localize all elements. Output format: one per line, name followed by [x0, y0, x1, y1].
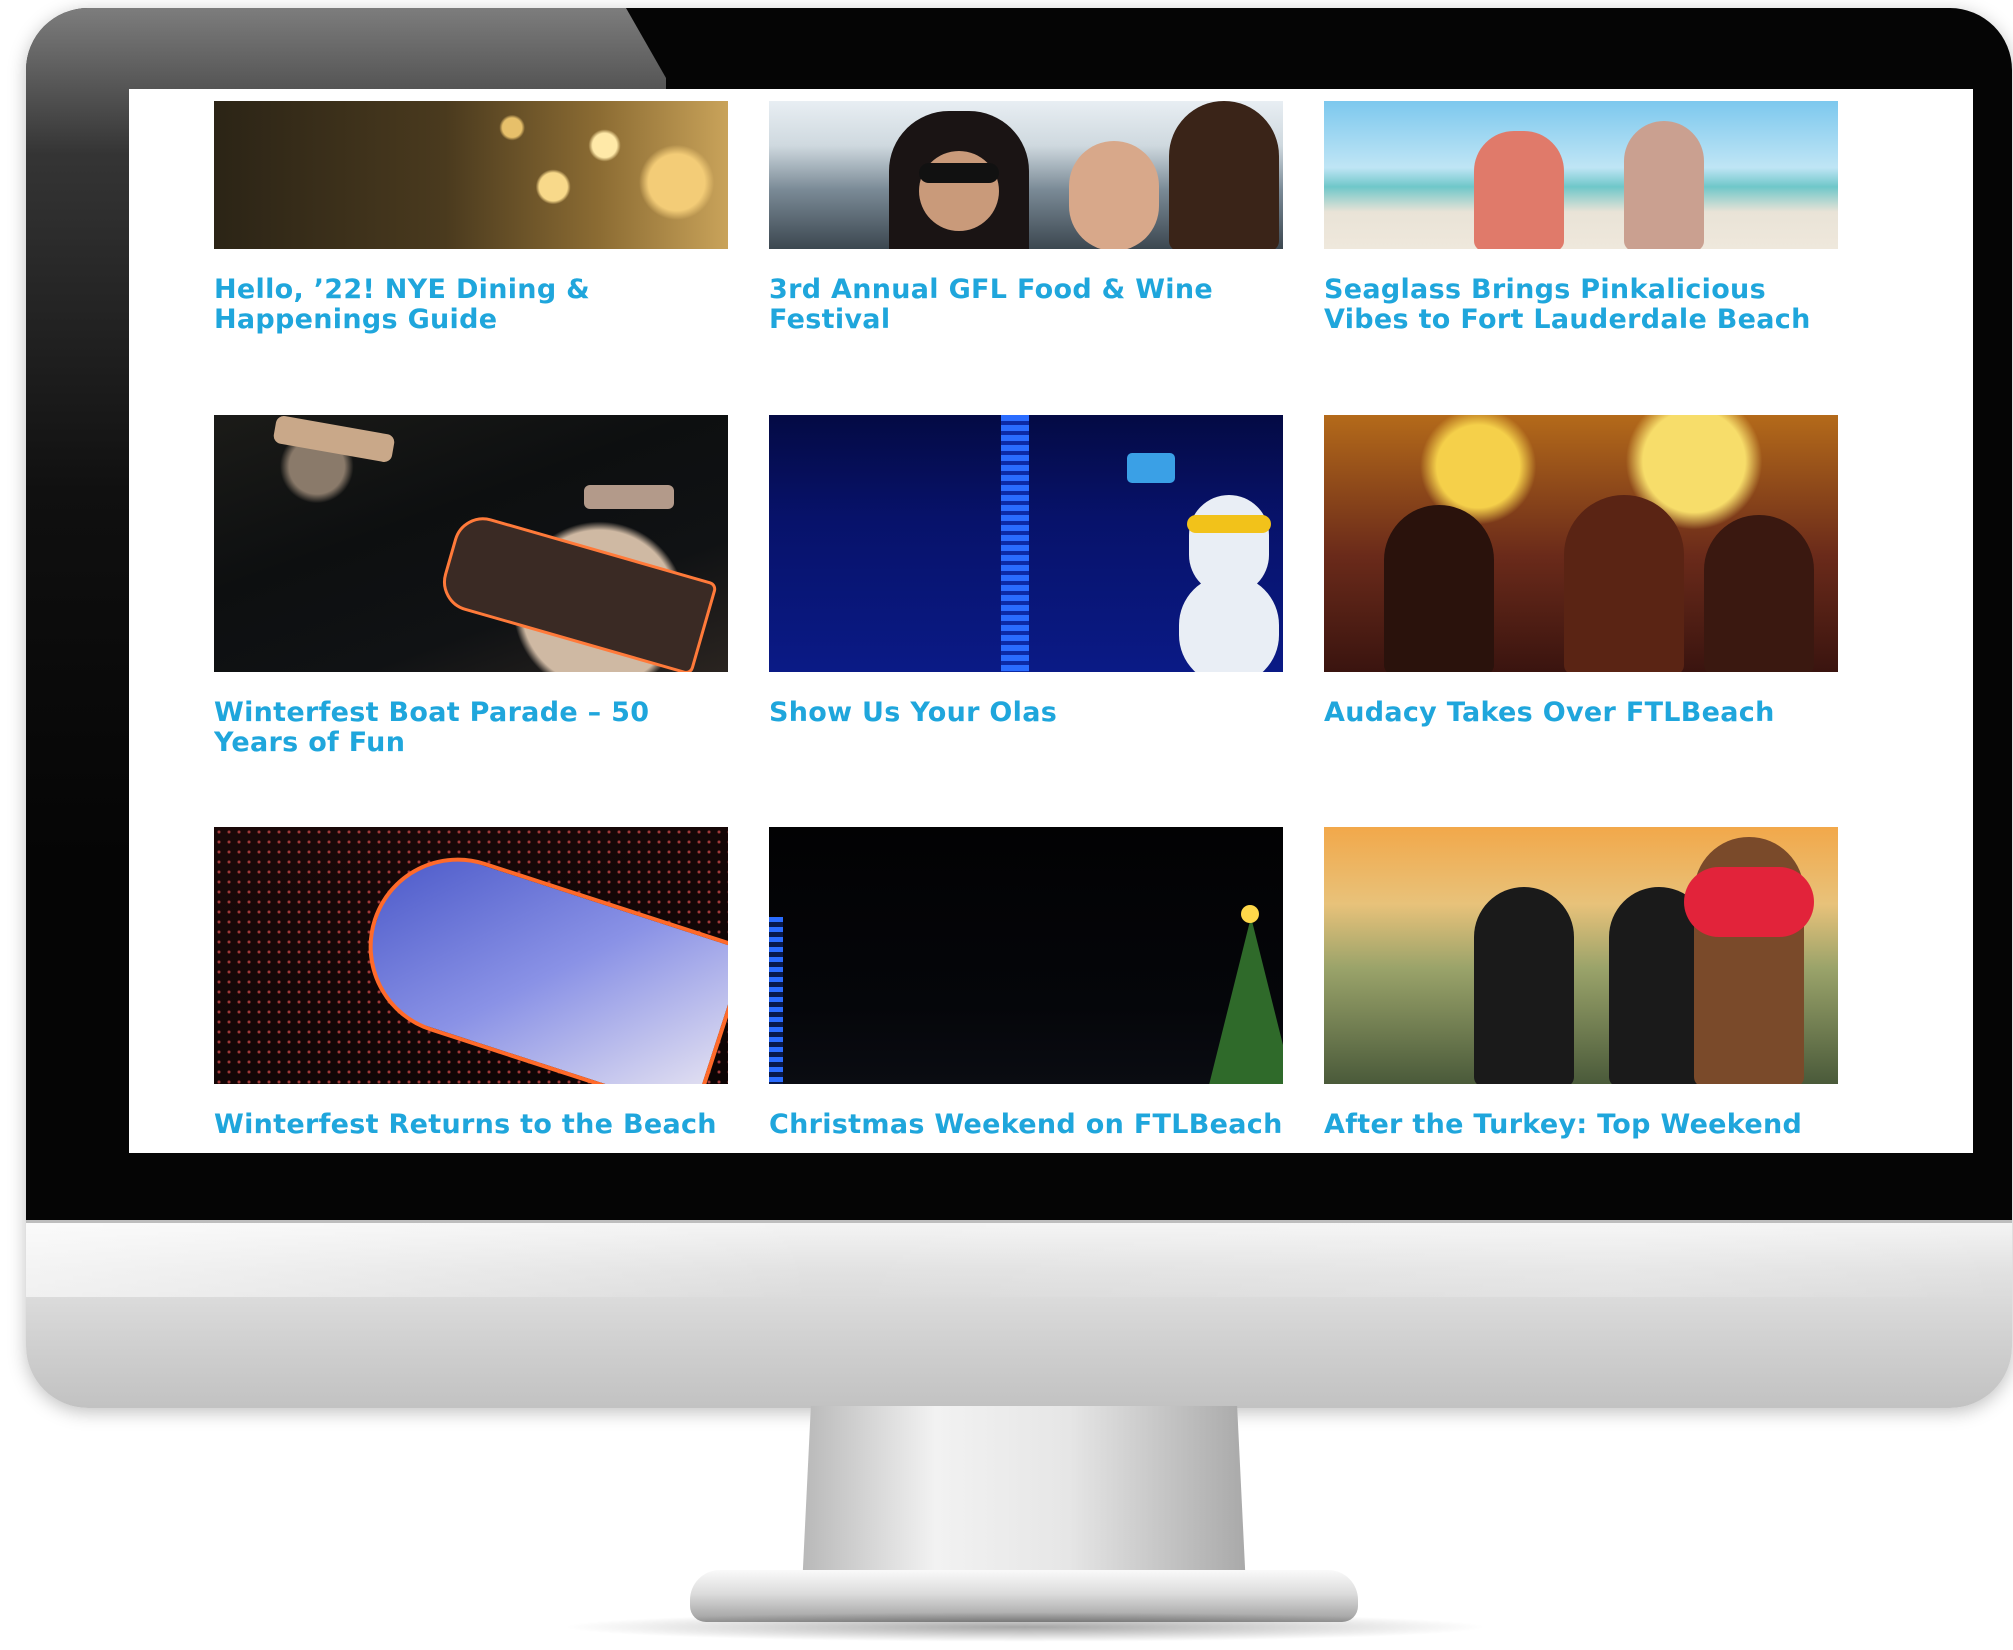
imac-monitor: Hello, ’22! NYE Dining & Happenings Guid…: [26, 8, 2012, 1408]
snowman-body: [1179, 575, 1279, 672]
person-silhouette: [1704, 515, 1814, 672]
article-card[interactable]: Winterfest Boat Parade – 50 Years of Fun: [214, 415, 728, 827]
monitor-chin: [26, 1220, 2012, 1408]
boat-shape: [435, 510, 719, 672]
stand-shadow: [560, 1612, 1490, 1642]
sunglasses-shape: [919, 163, 999, 183]
person-silhouette: [1474, 887, 1574, 1084]
article-grid: Hello, ’22! NYE Dining & Happenings Guid…: [214, 101, 1848, 1153]
article-card[interactable]: Winterfest Returns to the Beach: [214, 827, 728, 1153]
article-card[interactable]: Hello, ’22! NYE Dining & Happenings Guid…: [214, 101, 728, 415]
article-card[interactable]: Audacy Takes Over FTLBeach: [1324, 415, 1838, 827]
turkey-costume-shape: [1684, 867, 1814, 937]
article-title-link[interactable]: 3rd Annual GFL Food & Wine Festival: [769, 275, 1283, 347]
sunglasses-shape: [1187, 515, 1271, 533]
boat-shape: [272, 415, 396, 464]
article-thumbnail[interactable]: [1324, 415, 1838, 672]
article-card[interactable]: After the Turkey: Top Weekend: [1324, 827, 1838, 1153]
article-title-link[interactable]: Winterfest Returns to the Beach: [214, 1110, 728, 1140]
article-thumbnail[interactable]: [1324, 101, 1838, 249]
article-thumbnail[interactable]: [214, 415, 728, 672]
article-card[interactable]: Christmas Weekend on FTLBeach: [769, 827, 1283, 1153]
article-thumbnail[interactable]: [214, 101, 728, 249]
person-silhouette: [1624, 121, 1704, 249]
article-thumbnail[interactable]: [214, 827, 728, 1084]
article-card[interactable]: Show Us Your Olas: [769, 415, 1283, 827]
article-card[interactable]: Seaglass Brings Pinkalicious Vibes to Fo…: [1324, 101, 1838, 415]
boat-shape: [584, 485, 674, 509]
article-title-link[interactable]: Audacy Takes Over FTLBeach: [1324, 698, 1838, 770]
face-shape: [1069, 141, 1159, 249]
person-silhouette: [1169, 101, 1279, 249]
boat-shape: [345, 834, 728, 1084]
person-silhouette: [1474, 131, 1564, 249]
article-thumbnail[interactable]: [1324, 827, 1838, 1084]
christmas-tree-shape: [1209, 917, 1283, 1084]
article-title-link[interactable]: Hello, ’22! NYE Dining & Happenings Guid…: [214, 275, 728, 347]
article-title-link[interactable]: Christmas Weekend on FTLBeach: [769, 1110, 1283, 1140]
article-card[interactable]: 3rd Annual GFL Food & Wine Festival: [769, 101, 1283, 415]
lit-palm-trunk: [769, 917, 783, 1084]
article-title-link[interactable]: Show Us Your Olas: [769, 698, 1283, 770]
lit-palm-trunk: [1001, 415, 1029, 672]
screen: Hello, ’22! NYE Dining & Happenings Guid…: [129, 89, 1973, 1153]
monitor-stand-neck: [802, 1406, 1246, 1588]
phone-shape: [1127, 453, 1175, 483]
article-thumbnail[interactable]: [769, 827, 1283, 1084]
person-silhouette: [1564, 495, 1684, 672]
article-title-link[interactable]: Winterfest Boat Parade – 50 Years of Fun: [214, 698, 728, 770]
person-silhouette: [1384, 505, 1494, 672]
star-shape: [1241, 905, 1259, 923]
article-thumbnail[interactable]: [769, 415, 1283, 672]
article-thumbnail[interactable]: [769, 101, 1283, 249]
article-title-link[interactable]: Seaglass Brings Pinkalicious Vibes to Fo…: [1324, 275, 1838, 347]
article-title-link[interactable]: After the Turkey: Top Weekend: [1324, 1110, 1838, 1140]
